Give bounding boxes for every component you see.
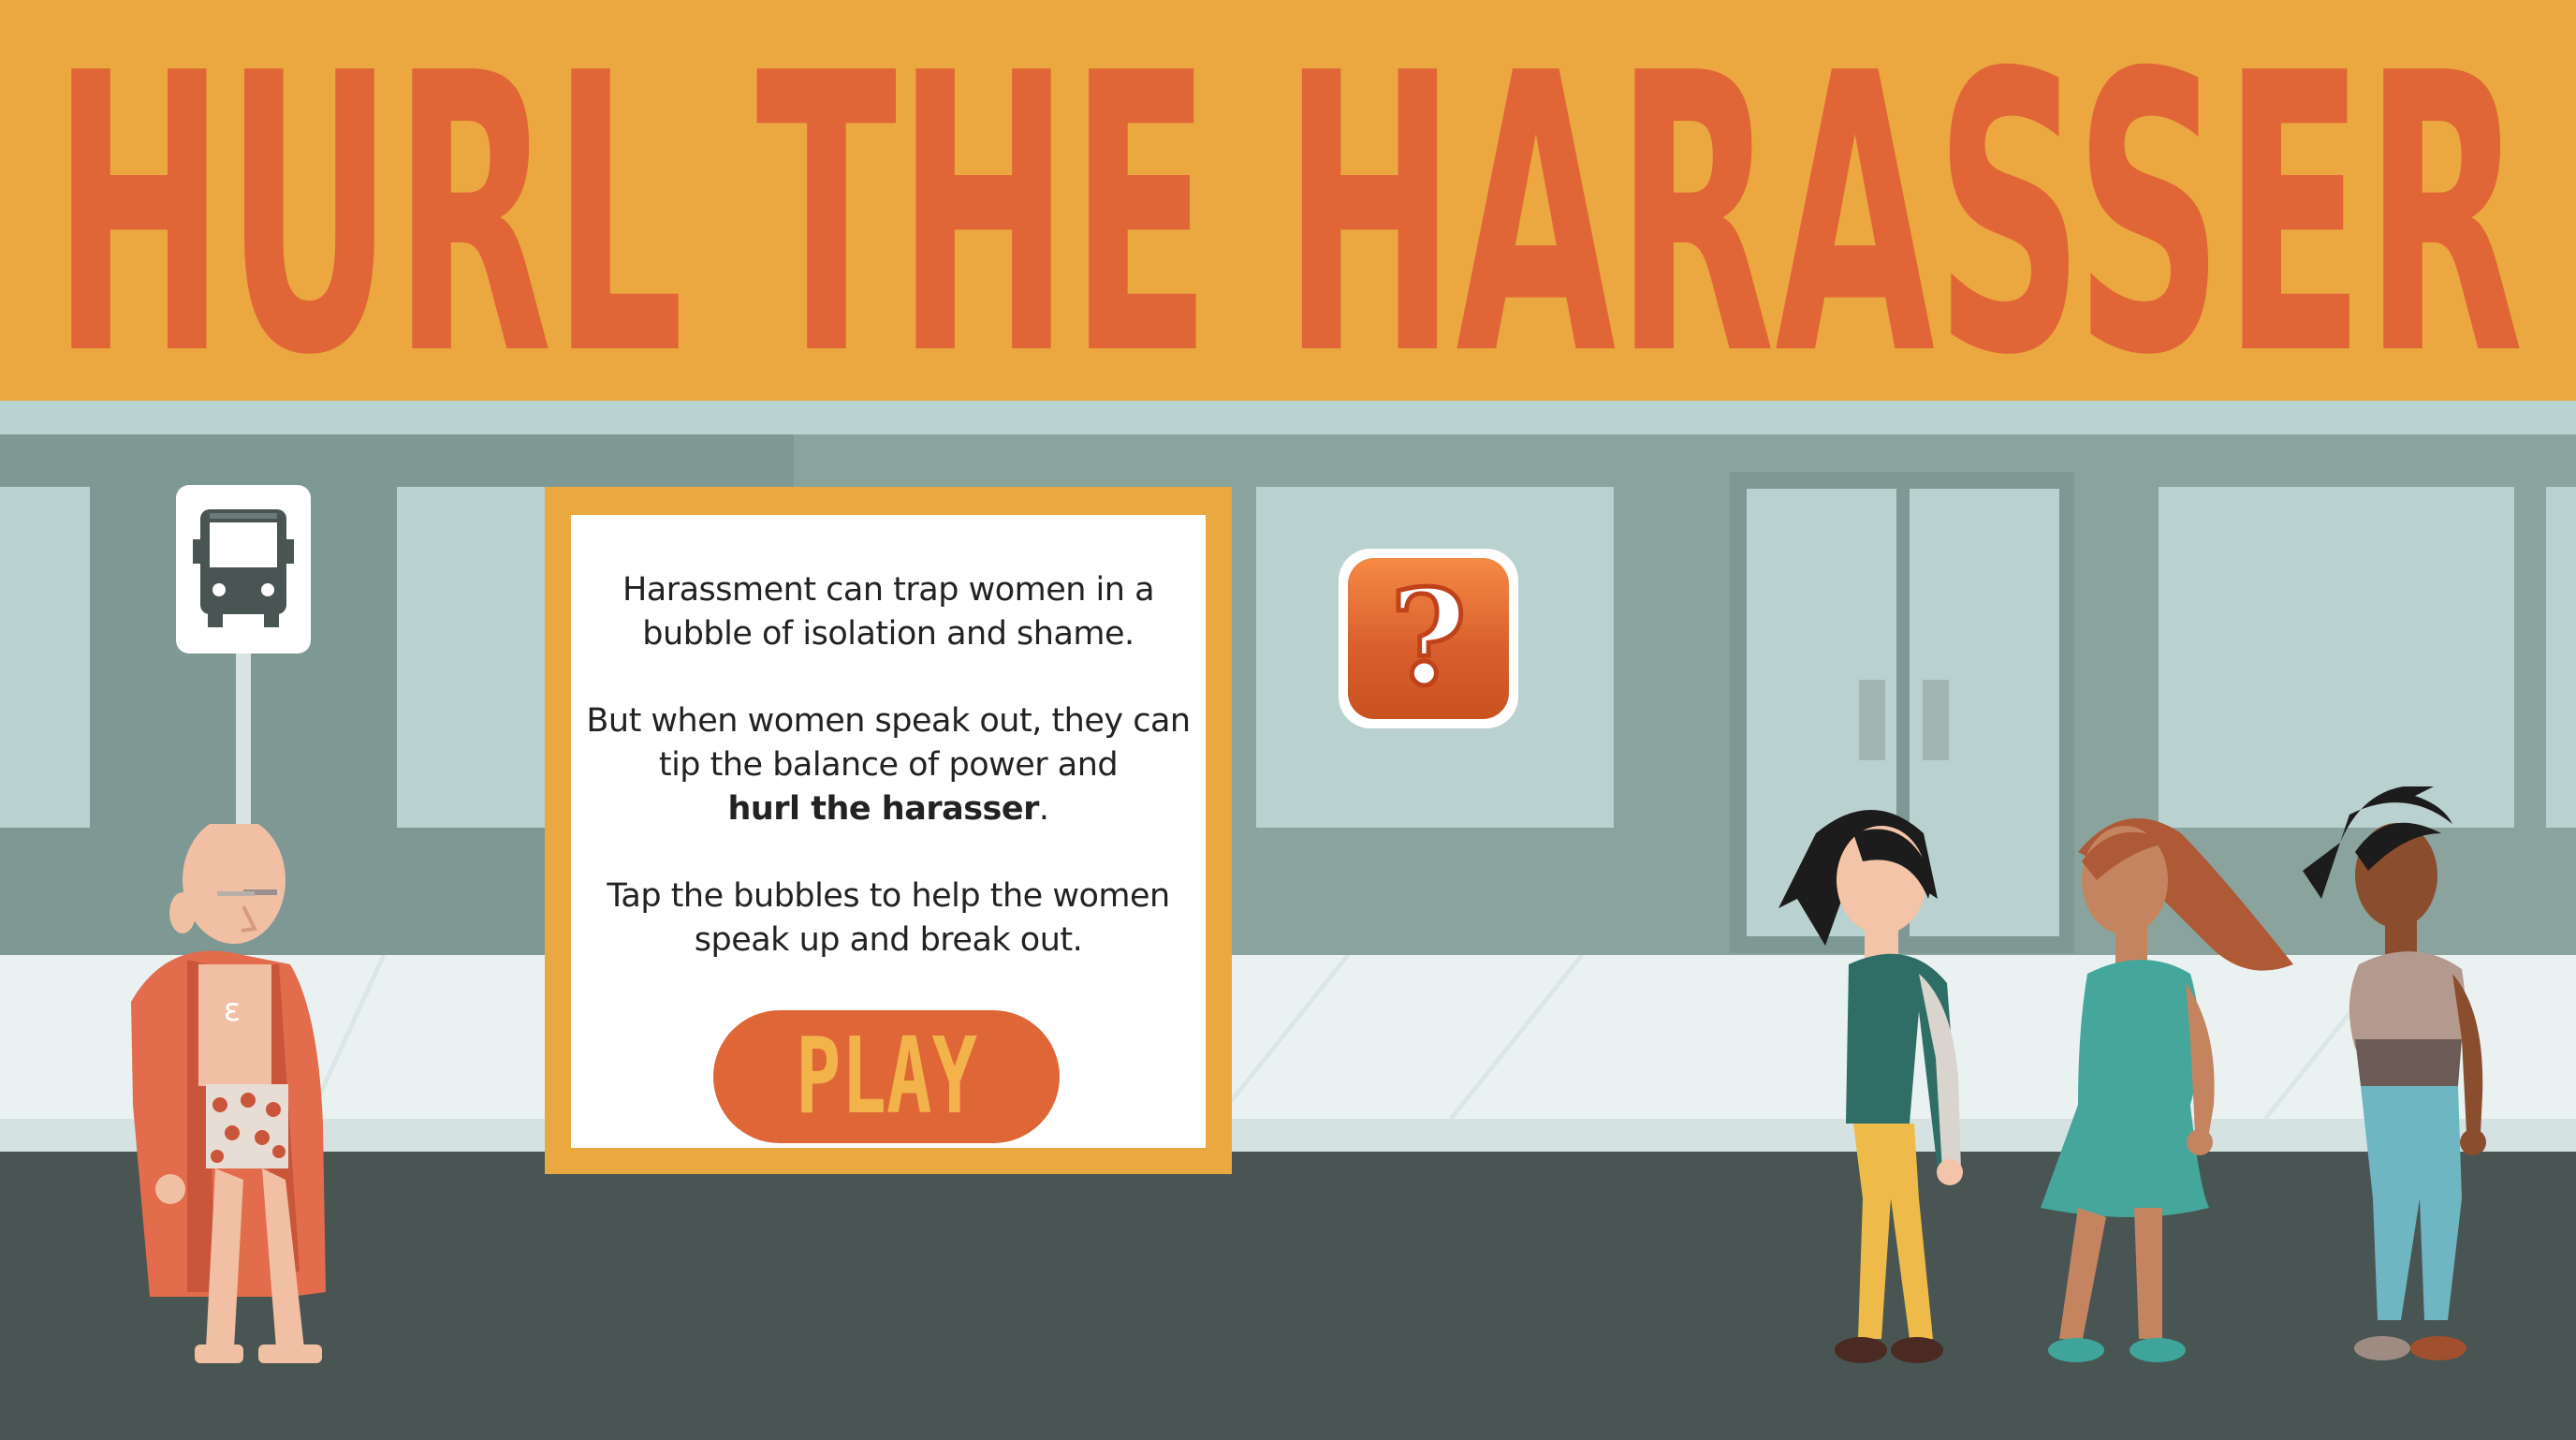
bus-stop-sign <box>176 485 311 654</box>
door-handle <box>1923 680 1949 760</box>
intro-panel: Harassment can trap women in a bubble of… <box>545 487 1232 1174</box>
woman-black-hair <box>1778 810 1963 1363</box>
harasser-character: ε <box>131 824 326 1363</box>
shop-window <box>0 487 90 828</box>
intro-text-emphasis-line: hurl the harasser. <box>571 787 1206 831</box>
play-button[interactable]: PLAY <box>713 1010 1060 1143</box>
intro-text-emphasis: hurl the harasser <box>727 790 1039 828</box>
shop-window <box>2159 487 2514 828</box>
title-svg: HURL THE HARASSER <box>52 0 2524 401</box>
shop-window <box>397 487 552 828</box>
game-title: HURL THE HARASSER <box>52 0 2524 401</box>
play-button-label: PLAY <box>795 1016 978 1138</box>
woman-long-brown-hair <box>2041 818 2293 1362</box>
intro-text-period: . <box>1038 790 1049 828</box>
intro-panel-body: Harassment can trap women in a bubble of… <box>571 515 1206 1148</box>
help-button-face: ? <box>1348 558 1509 719</box>
door-handle <box>1859 680 1885 760</box>
awning-stripe <box>0 401 2576 434</box>
intro-text-line: tip the balance of power and <box>658 746 1119 784</box>
intro-text-line: bubble of isolation and shame. <box>642 615 1134 653</box>
svg-text:ε: ε <box>224 992 241 1029</box>
intro-text-line: Harassment can trap women in a <box>622 571 1155 609</box>
woman-ponytail <box>2303 786 2486 1360</box>
intro-text-line: speak up and break out. <box>694 921 1083 959</box>
help-button[interactable]: ? <box>1339 549 1518 728</box>
intro-text-line: But when women speak out, they can <box>586 702 1191 740</box>
shop-window <box>2546 487 2576 828</box>
question-mark-icon: ? <box>1387 562 1469 715</box>
intro-text-line: Tap the bubbles to help the women <box>607 877 1170 915</box>
bus-icon <box>193 509 294 627</box>
title-banner: HURL THE HARASSER <box>0 0 2576 401</box>
